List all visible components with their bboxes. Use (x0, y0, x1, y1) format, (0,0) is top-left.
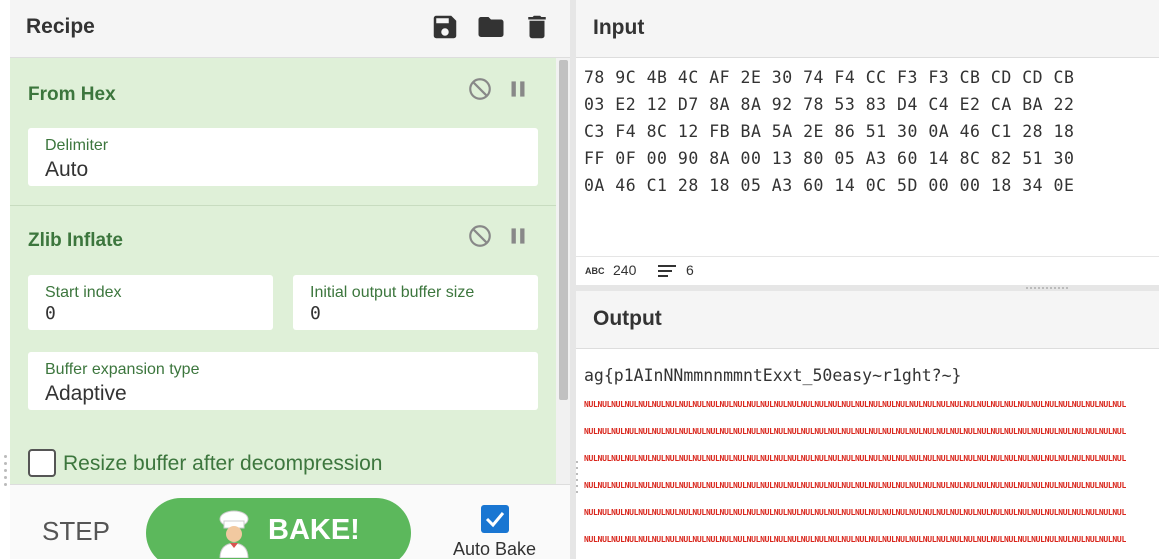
buffer-expansion-type-select[interactable]: Buffer expansion type Adaptive (28, 352, 538, 410)
folder-icon[interactable] (476, 12, 506, 42)
nul-row: NULNULNULNULNULNULNULNULNULNULNULNULNULN… (584, 508, 1126, 517)
operation-title: Zlib Inflate (28, 230, 123, 251)
field-label: Buffer expansion type (45, 361, 200, 378)
input-status-bar: ABC 240 6 (576, 256, 1159, 285)
field-label: Delimiter (45, 137, 109, 154)
autobake-checkbox[interactable] (481, 505, 509, 533)
nul-row: NULNULNULNULNULNULNULNULNULNULNULNULNULN… (584, 400, 1126, 409)
input-line-count: 6 (686, 262, 694, 278)
recipe-scrollbar[interactable] (556, 58, 570, 484)
bake-label: BAKE! (268, 514, 360, 546)
recipe-operations: From Hex Delimiter Auto Zlib Inflate Sta… (10, 58, 556, 484)
field-label: Initial output buffer size (310, 284, 475, 301)
cyberchef-app: Recipe From Hex Delimiter Auto Zlib Infl… (0, 0, 1159, 559)
disable-icon[interactable] (467, 76, 493, 102)
input-line: C3 F4 8C 12 FB BA 5A 2E 86 51 30 0A 46 C… (584, 122, 1075, 141)
input-line: FF 0F 00 90 8A 00 13 80 05 A3 60 14 8C 8… (584, 149, 1075, 168)
field-value: Adaptive (45, 382, 127, 405)
initial-buffer-size-field[interactable]: Initial output buffer size 0 (293, 275, 538, 330)
step-button[interactable]: STEP (42, 516, 110, 547)
operation-from-hex[interactable]: From Hex Delimiter Auto (10, 58, 556, 204)
nul-row: NULNULNULNULNULNULNULNULNULNULNULNULNULN… (584, 481, 1126, 490)
resize-buffer-checkbox[interactable] (28, 449, 56, 477)
pause-icon[interactable] (505, 223, 531, 249)
bake-button[interactable]: BAKE! (146, 498, 411, 559)
autobake-label[interactable]: Auto Bake (453, 539, 536, 559)
input-title: Input (593, 16, 645, 39)
chef-icon (219, 510, 249, 558)
recipe-title: Recipe (26, 15, 95, 38)
resize-buffer-label[interactable]: Resize buffer after decompression (63, 452, 382, 476)
bake-controls: STEP BAKE! Auto Bake (10, 484, 570, 559)
field-label: Start index (45, 284, 122, 301)
length-icon: ABC (585, 266, 605, 276)
resize-handle[interactable] (4, 455, 8, 491)
lines-icon (658, 265, 676, 277)
output-text[interactable]: ag{p1AInNNmmnnmmntExxt_50easy~r1ght?~} (584, 366, 962, 385)
pause-icon[interactable] (505, 76, 531, 102)
operation-title: From Hex (28, 84, 116, 105)
nul-row: NULNULNULNULNULNULNULNULNULNULNULNULNULN… (584, 535, 1126, 544)
input-header: Input (576, 0, 1159, 58)
scrollbar-thumb[interactable] (559, 60, 568, 400)
input-length: 240 (613, 262, 637, 278)
recipe-pane: Recipe From Hex Delimiter Auto Zlib Infl… (0, 0, 570, 559)
output-header: Output (576, 291, 1159, 349)
input-line: 0A 46 C1 28 18 05 A3 60 14 0C 5D 00 00 1… (584, 176, 1075, 195)
trash-icon[interactable] (522, 12, 552, 42)
input-line: 78 9C 4B 4C AF 2E 30 74 F4 CC F3 F3 CB C… (584, 68, 1075, 87)
operation-zlib-inflate[interactable]: Zlib Inflate Start index 0 Initial outpu… (10, 206, 556, 484)
nul-row: NULNULNULNULNULNULNULNULNULNULNULNULNULN… (584, 454, 1126, 463)
output-resize-handle[interactable] (576, 461, 579, 501)
field-value: 0 (45, 303, 56, 324)
nul-row: NULNULNULNULNULNULNULNULNULNULNULNULNULN… (584, 427, 1126, 436)
field-value: 0 (310, 303, 321, 324)
disable-icon[interactable] (467, 223, 493, 249)
output-title: Output (593, 307, 662, 330)
field-value: Auto (45, 158, 89, 181)
start-index-field[interactable]: Start index 0 (28, 275, 273, 330)
delimiter-field[interactable]: Delimiter Auto (28, 128, 538, 186)
output-pane: Output ag{p1AInNNmmnnmmntExxt_50easy~r1g… (576, 291, 1159, 559)
recipe-header: Recipe (10, 0, 570, 58)
save-icon[interactable] (430, 12, 460, 42)
input-line: 03 E2 12 D7 8A 8A 92 78 53 83 D4 C4 E2 C… (584, 95, 1075, 114)
check-icon (485, 512, 505, 528)
input-pane: Input 78 9C 4B 4C AF 2E 30 74 F4 CC F3 F… (576, 0, 1159, 285)
